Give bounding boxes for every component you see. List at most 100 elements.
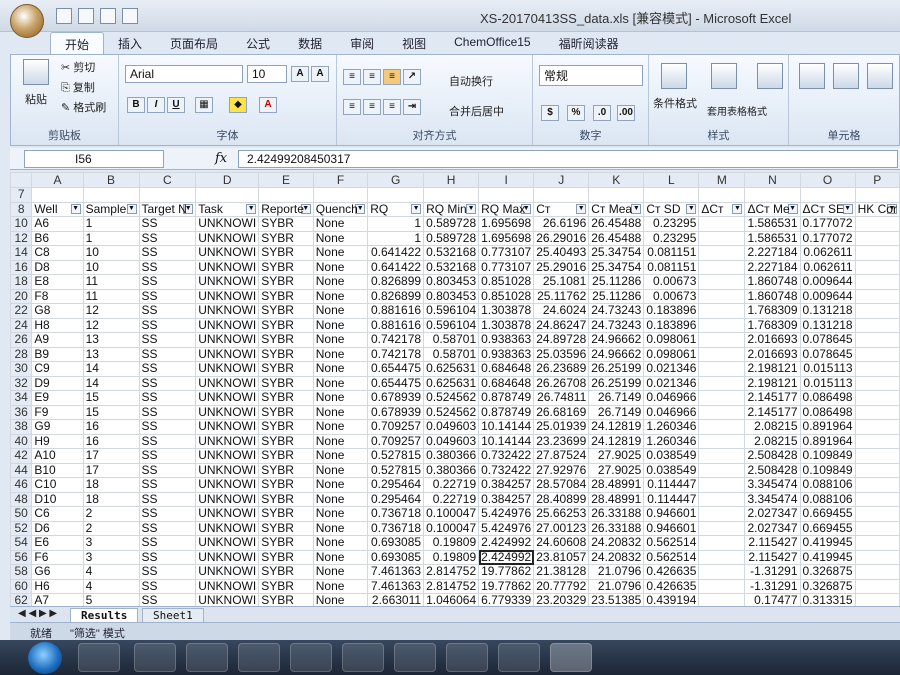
cell[interactable]: 0.439194: [643, 593, 700, 606]
cell[interactable]: 5.424976: [478, 520, 535, 536]
cell[interactable]: 25.11762: [533, 288, 590, 304]
cell[interactable]: SS: [138, 288, 197, 304]
cell[interactable]: [533, 187, 590, 203]
cell[interactable]: 0.313315: [799, 593, 856, 606]
cell[interactable]: 3.345474: [744, 477, 801, 493]
cell[interactable]: [854, 564, 900, 580]
cell[interactable]: A9: [31, 332, 84, 348]
cell[interactable]: 1.860748: [744, 274, 801, 290]
column-header[interactable]: A: [31, 172, 84, 188]
cell[interactable]: 0.009644: [799, 288, 856, 304]
cell[interactable]: 0.946601: [643, 506, 700, 522]
cell[interactable]: 24.96662: [588, 332, 645, 348]
cell[interactable]: SYBR: [258, 549, 314, 565]
cell[interactable]: SYBR: [258, 288, 314, 304]
cell[interactable]: None: [312, 462, 369, 478]
cell[interactable]: SS: [138, 259, 197, 275]
cell[interactable]: None: [312, 564, 369, 580]
cell[interactable]: 0.641422: [367, 245, 425, 261]
cell[interactable]: 0.732422: [478, 462, 535, 478]
ribbon-tab[interactable]: 视图: [388, 32, 440, 54]
cell[interactable]: 0.742178: [367, 346, 425, 362]
cell[interactable]: 0.562514: [643, 535, 700, 551]
cell[interactable]: 1: [82, 230, 140, 246]
increase-decimal-icon[interactable]: .0: [593, 105, 611, 121]
cell[interactable]: [854, 462, 900, 478]
cell[interactable]: 2: [82, 520, 140, 536]
cell[interactable]: [698, 433, 746, 449]
percent-button[interactable]: %: [567, 105, 585, 121]
filter-dropdown-icon[interactable]: ▼: [126, 203, 137, 214]
column-title-cell[interactable]: ▼ Quench: [312, 201, 369, 217]
cell[interactable]: 2.115427: [744, 549, 801, 565]
conditional-format-icon[interactable]: [661, 63, 687, 89]
row-header[interactable]: 28: [10, 346, 33, 362]
cell[interactable]: 26.25199: [588, 361, 645, 377]
insert-cells-icon[interactable]: [799, 63, 825, 89]
cell[interactable]: 0.625631: [423, 375, 480, 391]
ribbon-tab[interactable]: ChemOffice15: [440, 32, 544, 54]
cell[interactable]: [698, 274, 746, 290]
cell[interactable]: [698, 216, 746, 232]
cell[interactable]: 0.098061: [643, 332, 700, 348]
cell[interactable]: 0.183896: [643, 317, 700, 333]
border-icon[interactable]: ▦: [195, 97, 213, 113]
wrap-text-button[interactable]: 自动换行: [449, 73, 493, 89]
cell[interactable]: [698, 346, 746, 362]
cell[interactable]: [312, 187, 369, 203]
cell[interactable]: [258, 187, 314, 203]
cell[interactable]: 0.596104: [423, 303, 480, 319]
sheet-tab-sheet1[interactable]: Sheet1: [142, 608, 204, 623]
cell[interactable]: UNKNOWI: [195, 346, 260, 362]
cell[interactable]: SYBR: [258, 332, 314, 348]
cell[interactable]: 12: [82, 317, 140, 333]
cell[interactable]: None: [312, 317, 369, 333]
cell[interactable]: SYBR: [258, 520, 314, 536]
cell[interactable]: UNKNOWI: [195, 332, 260, 348]
cell[interactable]: 0.088106: [799, 477, 856, 493]
cell[interactable]: 0.22719: [423, 477, 480, 493]
cell[interactable]: 1.260346: [643, 419, 700, 435]
cell[interactable]: [698, 462, 746, 478]
cell[interactable]: G9: [31, 419, 84, 435]
cell[interactable]: 0.693085: [367, 535, 425, 551]
column-title-cell[interactable]: ▼ ΔCт SE: [799, 201, 856, 217]
cell[interactable]: 2.508428: [744, 462, 801, 478]
cell[interactable]: 5: [82, 593, 140, 606]
cell[interactable]: 27.9025: [588, 462, 645, 478]
cell[interactable]: 25.29016: [533, 259, 590, 275]
cell[interactable]: 0.098061: [643, 346, 700, 362]
cell[interactable]: A7: [31, 593, 84, 606]
cell[interactable]: 1.586531: [744, 230, 801, 246]
format-cells-icon[interactable]: [867, 63, 893, 89]
cell[interactable]: [854, 433, 900, 449]
cell[interactable]: 3.345474: [744, 491, 801, 507]
cell[interactable]: C8: [31, 245, 84, 261]
cell[interactable]: None: [312, 419, 369, 435]
cell[interactable]: UNKNOWI: [195, 578, 260, 594]
cell[interactable]: H9: [31, 433, 84, 449]
cell[interactable]: 0.100047: [423, 520, 480, 536]
cell[interactable]: 0.046966: [643, 390, 700, 406]
cell[interactable]: 26.45488: [588, 230, 645, 246]
cell[interactable]: 1.860748: [744, 288, 801, 304]
row-header[interactable]: 26: [10, 332, 33, 348]
bold-button[interactable]: B: [127, 97, 145, 113]
cell[interactable]: 16: [82, 419, 140, 435]
cell[interactable]: 26.74811: [533, 390, 590, 406]
cell[interactable]: 11: [82, 288, 140, 304]
cell[interactable]: 0.23295: [643, 230, 700, 246]
column-header[interactable]: D: [195, 172, 260, 188]
cell[interactable]: [698, 187, 746, 203]
cell[interactable]: 4: [82, 564, 140, 580]
cell[interactable]: 12: [82, 303, 140, 319]
cell[interactable]: A6: [31, 216, 84, 232]
cell[interactable]: [854, 230, 900, 246]
cell[interactable]: 0.384257: [478, 491, 535, 507]
filter-dropdown-icon[interactable]: ▼: [576, 203, 587, 214]
cell[interactable]: 2.145177: [744, 390, 801, 406]
cell[interactable]: 24.86247: [533, 317, 590, 333]
cell[interactable]: 24.6024: [533, 303, 590, 319]
cell[interactable]: [698, 404, 746, 420]
cell[interactable]: 0.851028: [478, 274, 535, 290]
